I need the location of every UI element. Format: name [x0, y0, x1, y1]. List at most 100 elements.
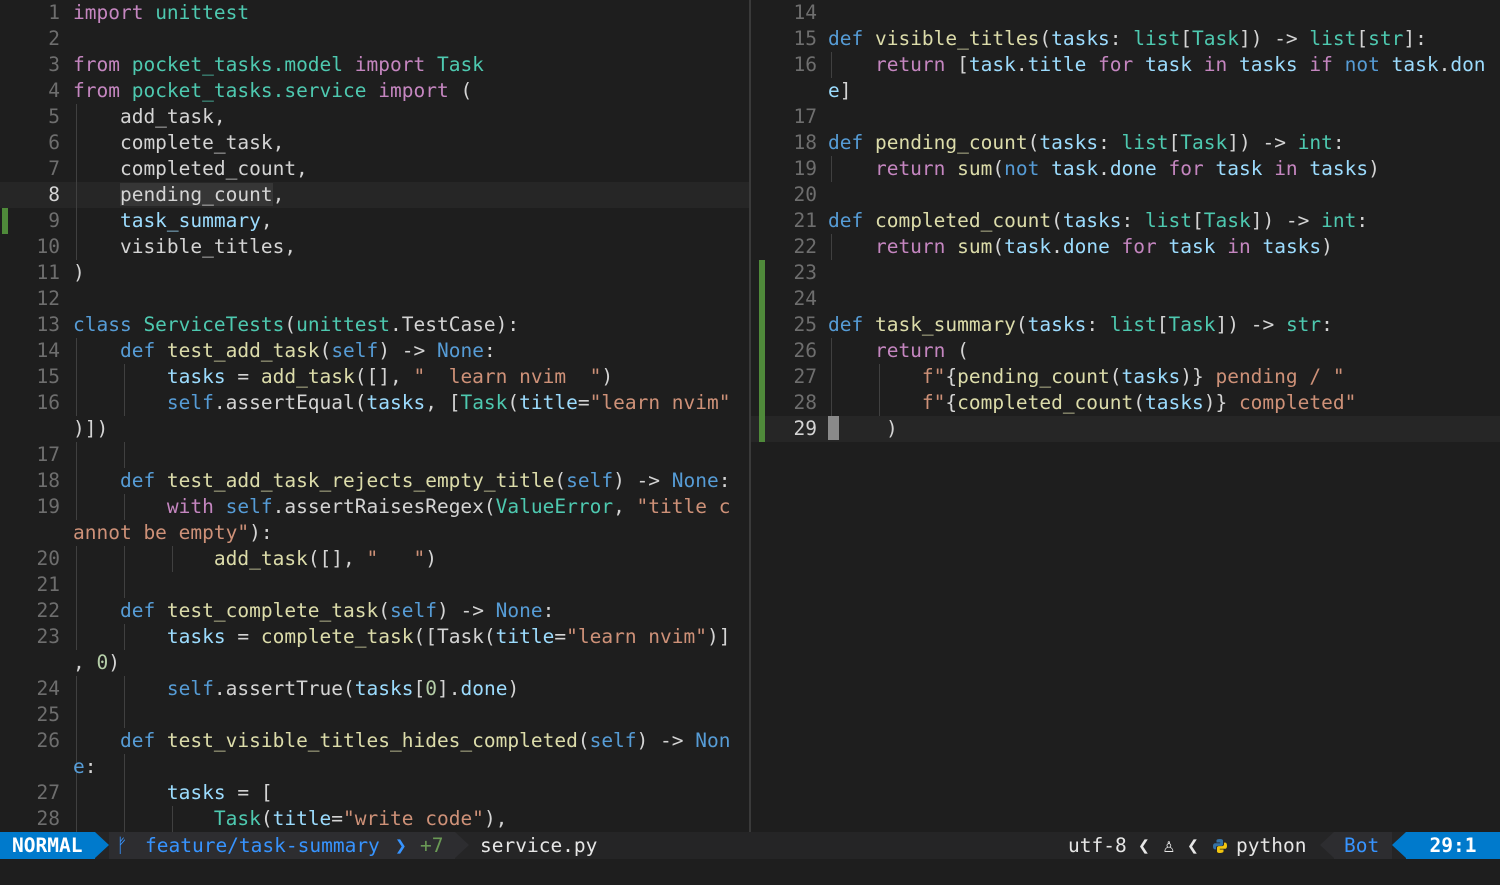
code-line[interactable]: 27 tasks = [: [0, 780, 749, 806]
code-line[interactable]: 5 add_task,: [0, 104, 749, 130]
code-line[interactable]: 24: [751, 286, 1500, 312]
code-token: None: [436, 339, 484, 362]
code-line[interactable]: 14: [751, 0, 1500, 26]
code-token: str: [1285, 313, 1322, 336]
code-line[interactable]: 18 def pending_count(tasks: list[Task]) -…: [751, 130, 1500, 156]
code-line[interactable]: 12: [0, 286, 749, 312]
line-number: 6: [48, 131, 60, 154]
code-line[interactable]: 1 import unittest: [0, 0, 749, 26]
code-line[interactable]: 21 def completed_count(tasks: list[Task])…: [751, 208, 1500, 234]
code-line[interactable]: 8 pending_count,: [0, 182, 749, 208]
code-token: def: [73, 469, 156, 492]
code-token: :: [483, 339, 496, 362]
code-token: 0: [425, 677, 437, 700]
code-line[interactable]: 20: [751, 182, 1500, 208]
code-token: test_complete_task: [155, 599, 379, 622]
code-line[interactable]: 9 task_summary,: [0, 208, 749, 234]
code-token: title: [519, 391, 578, 414]
code-token: .TestCase: [390, 313, 496, 336]
code-line[interactable]: 15 def visible_titles(tasks: list[Task]) …: [751, 26, 1500, 52]
code-line[interactable]: 15 tasks = add_task([], " learn nvim "): [0, 364, 749, 390]
code-line[interactable]: 22 def test_complete_task(self) -> None:: [0, 598, 749, 624]
code-token: ServiceTests: [131, 313, 285, 336]
code-token: tasks: [1297, 157, 1369, 180]
code-line[interactable]: )]): [0, 416, 749, 442]
code-token: for: [1156, 157, 1204, 180]
left-editor-pane[interactable]: 1 import unittest 2 3 from pocket_tasks.mode…: [0, 0, 749, 832]
code-text: complete_task,: [73, 130, 284, 156]
code-token: :: [84, 755, 97, 778]
code-line[interactable]: , 0): [0, 650, 749, 676]
code-line[interactable]: 27 f"{pending_count(tasks)} pending / ": [751, 364, 1500, 390]
code-line[interactable]: 13 class ServiceTests(unittest.TestCase):: [0, 312, 749, 338]
code-line[interactable]: 29 ): [751, 416, 1500, 442]
code-line[interactable]: 23 tasks = complete_task([Task(title="le…: [0, 624, 749, 650]
code-line[interactable]: 21: [0, 572, 749, 598]
code-line[interactable]: 4 from pocket_tasks.service import (: [0, 78, 749, 104]
code-token: :: [1086, 313, 1110, 336]
code-line[interactable]: 11): [0, 260, 749, 286]
code-line[interactable]: 20 add_task([], " "): [0, 546, 749, 572]
code-token: "title c: [636, 495, 731, 518]
code-line[interactable]: 28 f"{completed_count(tasks)} completed": [751, 390, 1500, 416]
code-line[interactable]: annot be empty"):: [0, 520, 749, 546]
code-line[interactable]: 16 self.assertEqual(tasks, [Task(title="…: [0, 390, 749, 416]
line-number: 16: [793, 53, 817, 76]
code-line[interactable]: 14 def test_add_task(self) -> None:: [0, 338, 749, 364]
code-line[interactable]: 3 from pocket_tasks.model import Task: [0, 52, 749, 78]
code-token: =: [577, 391, 590, 414]
command-line[interactable]: [0, 859, 1500, 885]
line-number: 15: [793, 27, 817, 50]
code-token: done: [1109, 157, 1157, 180]
right-editor-pane[interactable]: 14 15 def visible_titles(tasks: list[Task]…: [751, 0, 1500, 832]
code-text: tasks = add_task([], " learn nvim "): [73, 364, 613, 390]
code-token: [: [1156, 313, 1169, 336]
code-line[interactable]: 26 return (: [751, 338, 1500, 364]
code-token: " ": [366, 547, 426, 570]
code-line[interactable]: 16 return [task.title for task in tasks …: [751, 52, 1500, 78]
code-line[interactable]: 24 self.assertTrue(tasks[0].done): [0, 676, 749, 702]
code-line[interactable]: 2: [0, 26, 749, 52]
code-token: e: [73, 755, 85, 778]
code-line[interactable]: 7 completed_count,: [0, 156, 749, 182]
code-token: (: [448, 79, 473, 102]
code-line[interactable]: 25: [0, 702, 749, 728]
line-number: 5: [48, 105, 60, 128]
code-token: :: [1109, 27, 1134, 50]
chevron-left-icon: ❮: [1138, 834, 1150, 857]
code-token: don: [1450, 53, 1486, 76]
code-line[interactable]: 22 return sum(task.done for task in task…: [751, 234, 1500, 260]
code-line[interactable]: 17: [751, 104, 1500, 130]
code-token: :: [718, 469, 731, 492]
code-line[interactable]: 26 def test_visible_titles_hides_complet…: [0, 728, 749, 754]
code-token: task: [1004, 235, 1052, 258]
code-line[interactable]: e:: [0, 754, 749, 780]
code-text: e]: [828, 78, 852, 104]
code-token: (: [577, 729, 590, 752]
code-text: import unittest: [73, 0, 249, 26]
code-line[interactable]: 19 return sum(not task.done for task in …: [751, 156, 1500, 182]
code-token: (: [284, 313, 297, 336]
code-token: list: [1145, 209, 1192, 232]
code-line[interactable]: 6 complete_task,: [0, 130, 749, 156]
code-token: ): [507, 677, 520, 700]
code-token: [: [1180, 27, 1192, 50]
code-token: def: [828, 209, 864, 232]
code-token: "learn nvim": [589, 391, 731, 414]
code-line[interactable]: e]: [751, 78, 1500, 104]
line-number: 19: [36, 495, 60, 518]
code-line[interactable]: 19 with self.assertRaisesRegex(ValueErro…: [0, 494, 749, 520]
code-line[interactable]: 25 def task_summary(tasks: list[Task]) ->…: [751, 312, 1500, 338]
code-line[interactable]: 23: [751, 260, 1500, 286]
code-text: pending_count,: [73, 182, 284, 208]
code-line[interactable]: 10 visible_titles,: [0, 234, 749, 260]
code-token: Task: [1168, 313, 1216, 336]
code-token: (: [1015, 313, 1028, 336]
code-line[interactable]: 17: [0, 442, 749, 468]
indent-guide: [76, 572, 77, 598]
code-token: self: [73, 677, 214, 700]
code-line[interactable]: 28 Task(title="write code"),: [0, 806, 749, 832]
chevron-right-icon: ❯: [395, 834, 407, 857]
code-line[interactable]: 18 def test_add_task_rejects_empty_title…: [0, 468, 749, 494]
code-token: ) ->: [436, 599, 496, 622]
